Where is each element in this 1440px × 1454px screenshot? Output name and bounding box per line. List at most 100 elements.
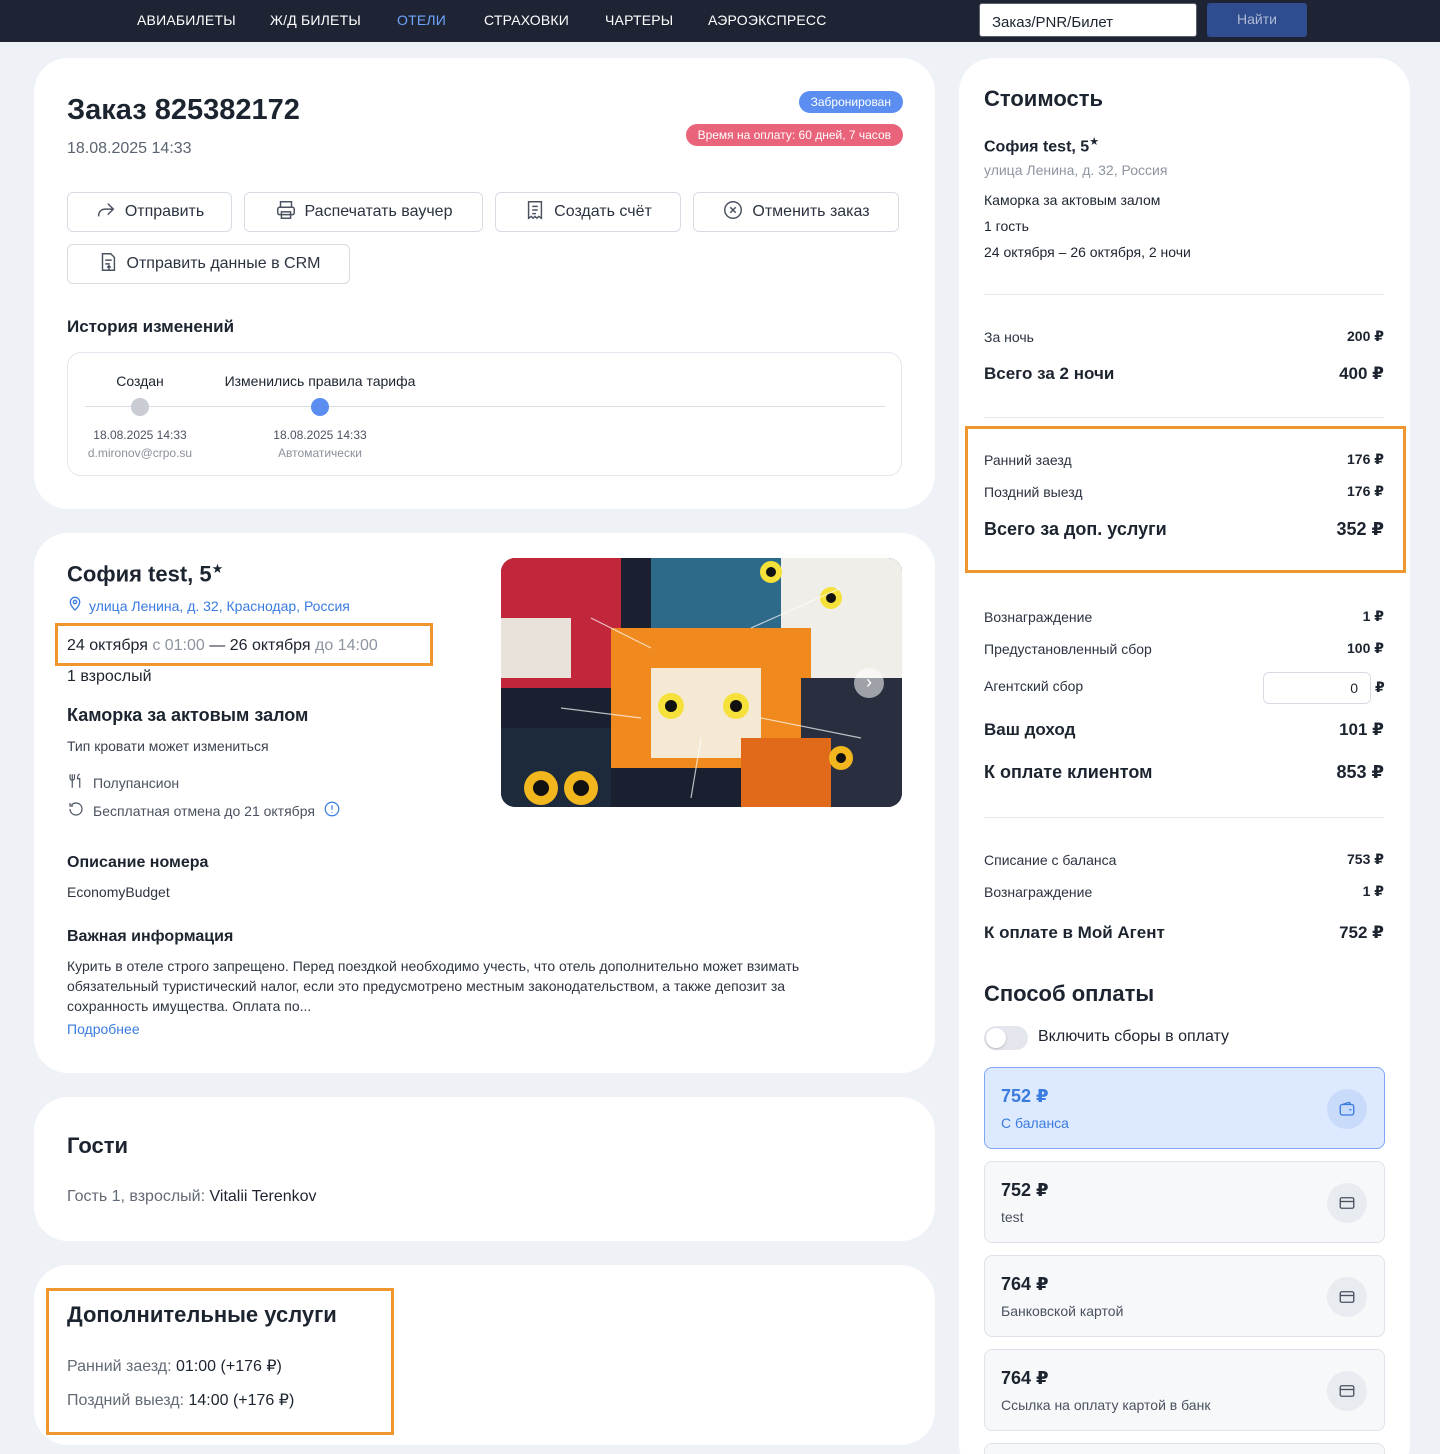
divider bbox=[984, 294, 1384, 295]
nights-total-value: 400 ₽ bbox=[1339, 364, 1384, 383]
send-button[interactable]: Отправить bbox=[67, 192, 232, 232]
preset-fee-value: 100 ₽ bbox=[1347, 640, 1384, 656]
history-event-label: Изменились правила тарифа bbox=[224, 373, 416, 389]
history-dot bbox=[311, 398, 329, 416]
payment-option-card[interactable]: 764 ₽ Банковской картой bbox=[984, 1255, 1385, 1337]
cats-painting-image bbox=[501, 558, 902, 807]
include-fees-toggle[interactable] bbox=[984, 1026, 1028, 1050]
search-button[interactable]: Найти bbox=[1207, 3, 1307, 37]
guest-count: 1 взрослый bbox=[67, 668, 152, 685]
reward-value: 1 ₽ bbox=[1362, 608, 1384, 624]
payment-method-name: test bbox=[1001, 1209, 1024, 1225]
checkin-date: 24 октября bbox=[67, 637, 148, 654]
toggle-knob bbox=[986, 1028, 1006, 1048]
nav-item-insurance[interactable]: СТРАХОВКИ bbox=[484, 12, 569, 28]
checkout-time: до 14:00 bbox=[315, 637, 378, 654]
early-checkin-row: Ранний заезд: 01:00 (+176 ₽) bbox=[67, 1356, 282, 1376]
hotel-photo: › bbox=[501, 558, 902, 807]
guests-title: Гости bbox=[67, 1133, 129, 1158]
extras-total-value: 352 ₽ bbox=[1336, 519, 1384, 539]
cancellation-feature: Бесплатная отмена до 21 октября bbox=[67, 800, 341, 821]
order-card: Заказ 825382172 18.08.2025 14:33 Заброни… bbox=[34, 58, 935, 509]
cancel-order-button[interactable]: Отменить заказ bbox=[693, 192, 899, 232]
payment-option-test[interactable]: 752 ₽ test bbox=[984, 1161, 1385, 1243]
info-icon[interactable] bbox=[323, 800, 341, 821]
nav-item-avia[interactable]: АВИАБИЛЕТЫ bbox=[137, 12, 236, 28]
reward2-label: Вознаграждение bbox=[984, 883, 1093, 900]
room-desc-title: Описание номера bbox=[67, 854, 209, 871]
send-crm-button[interactable]: Отправить данные в CRM bbox=[67, 244, 350, 284]
reward2-row: Вознаграждение 1 ₽ bbox=[984, 883, 1384, 900]
include-fees-label: Включить сборы в оплату bbox=[1038, 1028, 1230, 1045]
cost-card: Стоимость София test, 5★ улица Ленина, д… bbox=[959, 58, 1410, 1454]
divider bbox=[984, 817, 1384, 818]
payment-method-name: С баланса bbox=[1001, 1115, 1069, 1131]
early-checkin-value: 01:00 (+176 ₽) bbox=[176, 1358, 282, 1375]
nav-item-rail[interactable]: Ж/Д БИЛЕТЫ bbox=[270, 12, 361, 28]
cancellation-label: Бесплатная отмена до 21 октября bbox=[93, 802, 315, 819]
late-checkout-value: 14:00 (+176 ₽) bbox=[188, 1392, 295, 1409]
cost-hotel-name: София test, 5★ bbox=[984, 135, 1099, 156]
payment-option-more[interactable] bbox=[984, 1443, 1385, 1454]
payment-method-name: Ссылка на оплату картой в банк bbox=[1001, 1397, 1211, 1413]
order-date: 18.08.2025 14:33 bbox=[67, 140, 192, 157]
reward-label: Вознаграждение bbox=[984, 608, 1093, 625]
create-invoice-label: Создать счёт bbox=[554, 203, 652, 220]
status-badge: Забронирован bbox=[798, 91, 903, 113]
stay-dates: 24 октября с 01:00 — 26 октября до 14:00 bbox=[67, 637, 378, 655]
balance-debit-label: Списание с баланса bbox=[984, 851, 1117, 868]
reward2-value: 1 ₽ bbox=[1362, 883, 1384, 899]
late-checkout-cost-label: Поздний выезд bbox=[984, 483, 1083, 500]
guests-card: Гости Гость 1, взрослый: Vitalii Terenko… bbox=[34, 1097, 935, 1241]
nav-item-aeroexpress[interactable]: АЭРОЭКСПРЕСС bbox=[708, 12, 827, 28]
payment-time-badge: Время на оплату: 60 дней, 7 часов bbox=[685, 124, 903, 146]
refresh-icon bbox=[67, 800, 85, 821]
print-voucher-label: Распечатать ваучер bbox=[304, 203, 453, 220]
nav-item-charters[interactable]: ЧАРТЕРЫ bbox=[605, 12, 673, 28]
extras-total-label: Всего за доп. услуги bbox=[984, 519, 1167, 539]
late-checkout-cost-value: 176 ₽ bbox=[1347, 483, 1384, 499]
per-night-label: За ночь bbox=[984, 328, 1034, 345]
hotel-name: София test, 5★ bbox=[67, 561, 223, 587]
payment-amount: 752 ₽ bbox=[1001, 1180, 1049, 1200]
guest-row: Гость 1, взрослый: Vitalii Terenkov bbox=[67, 1188, 317, 1206]
client-pay-value: 853 ₽ bbox=[1336, 762, 1384, 782]
room-desc: EconomyBudget bbox=[67, 884, 170, 900]
card-icon bbox=[1327, 1183, 1367, 1223]
payment-option-card-link[interactable]: 764 ₽ Ссылка на оплату картой в банк bbox=[984, 1349, 1385, 1431]
create-invoice-button[interactable]: Создать счёт bbox=[495, 192, 681, 232]
print-voucher-button[interactable]: Распечатать ваучер bbox=[244, 192, 483, 232]
more-link[interactable]: Подробнее bbox=[67, 1021, 140, 1037]
income-value: 101 ₽ bbox=[1339, 720, 1384, 739]
history-title: История изменений bbox=[67, 317, 235, 336]
income-row: Ваш доход 101 ₽ bbox=[984, 720, 1384, 740]
wallet-icon bbox=[1327, 1089, 1367, 1129]
close-circle-icon bbox=[722, 199, 744, 226]
hotel-address-link[interactable]: улица Ленина, д. 32, Краснодар, Россия bbox=[67, 596, 350, 615]
date-separator: — bbox=[209, 637, 226, 654]
timeline-line bbox=[85, 406, 885, 407]
agent-fee-row: Агентский сбор bbox=[984, 678, 1234, 694]
balance-debit-value: 753 ₽ bbox=[1347, 851, 1384, 867]
early-checkin-cost-label: Ранний заезд bbox=[984, 451, 1072, 468]
agent-pay-label: К оплате в Мой Агент bbox=[984, 923, 1165, 942]
cost-title: Стоимость bbox=[984, 86, 1104, 111]
nav-item-hotels[interactable]: ОТЕЛИ bbox=[397, 12, 446, 28]
payment-method-name: Банковской картой bbox=[1001, 1303, 1124, 1319]
extras-title: Дополнительные услуги bbox=[67, 1302, 337, 1327]
printer-icon bbox=[275, 199, 297, 226]
agent-fee-input[interactable] bbox=[1263, 672, 1371, 704]
hotel-card: София test, 5★ улица Ленина, д. 32, Крас… bbox=[34, 533, 935, 1073]
cost-hotel-name-text: София test, 5 bbox=[984, 138, 1090, 156]
hotel-name-text: София test, 5 bbox=[67, 561, 212, 587]
meal-feature: Полупансион bbox=[67, 772, 179, 793]
chevron-right-icon[interactable]: › bbox=[854, 668, 884, 698]
history-event-author: Автоматически bbox=[278, 446, 362, 460]
order-search-input[interactable] bbox=[979, 3, 1197, 37]
order-title: Заказ 825382172 bbox=[67, 94, 300, 126]
hotel-address: улица Ленина, д. 32, Краснодар, Россия bbox=[89, 597, 350, 614]
card-icon bbox=[1327, 1277, 1367, 1317]
payment-option-balance[interactable]: 752 ₽ С баланса bbox=[984, 1067, 1385, 1149]
nights-total-label: Всего за 2 ночи bbox=[984, 364, 1115, 383]
late-checkout-row: Поздний выезд: 14:00 (+176 ₽) bbox=[67, 1390, 294, 1410]
